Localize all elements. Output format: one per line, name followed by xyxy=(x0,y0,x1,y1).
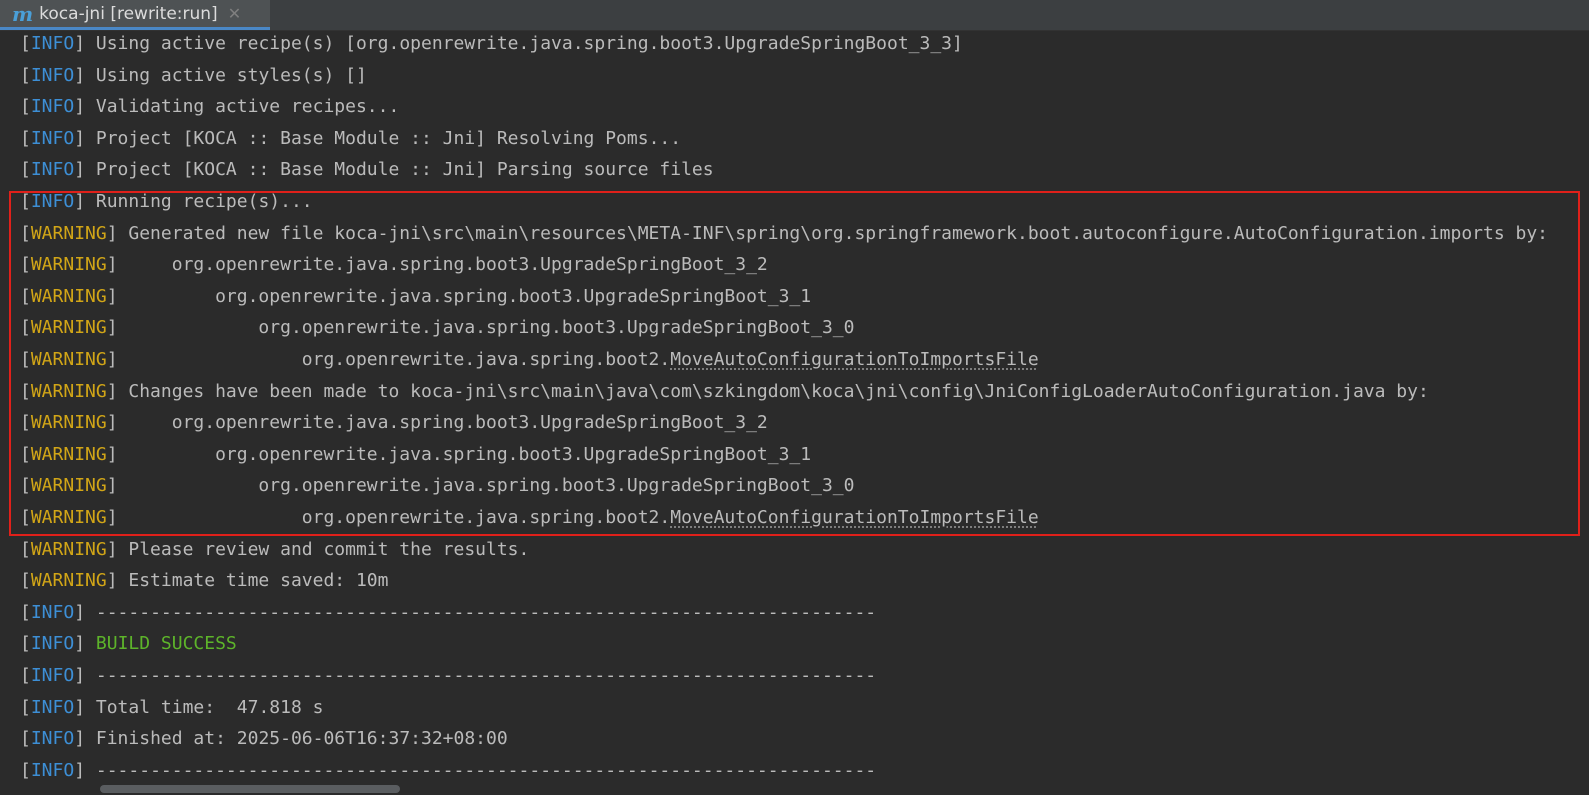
info-level-tag: INFO xyxy=(30,33,75,54)
console-message: ----------------------------------------… xyxy=(85,759,877,781)
info-level-tag: INFO xyxy=(30,127,75,149)
console-message: Estimate time saved: 10m xyxy=(117,570,389,592)
info-level-tag: INFO xyxy=(30,759,75,781)
console-line: [WARNING] org.openrewrite.java.spring.bo… xyxy=(20,412,768,434)
info-level-tag: INFO xyxy=(30,665,75,686)
run-tab-bar: m koca-jni [rewrite:run] ✕ xyxy=(0,0,1589,31)
warning-level-tag: WARNING xyxy=(30,380,107,402)
info-level-tag: INFO xyxy=(30,159,75,181)
close-icon[interactable]: ✕ xyxy=(228,4,241,23)
warning-level-tag: WARNING xyxy=(30,570,107,592)
console-line: [INFO] Project [KOCA :: Base Module :: J… xyxy=(20,127,682,149)
console-message: Project [KOCA :: Base Module :: Jni] Res… xyxy=(85,127,682,149)
info-level-tag: INFO xyxy=(30,633,75,655)
console-line: [WARNING] org.openrewrite.java.spring.bo… xyxy=(20,254,768,276)
console-line: [WARNING] org.openrewrite.java.spring.bo… xyxy=(20,507,1039,528)
console-message: Total time: 47.818 s xyxy=(85,696,324,718)
console-line: [WARNING] org.openrewrite.java.spring.bo… xyxy=(20,285,812,307)
console-line: [INFO] Finished at: 2025-06-06T16:37:32+… xyxy=(20,728,508,750)
console-message xyxy=(85,633,96,654)
console-line: [WARNING] org.openrewrite.java.spring.bo… xyxy=(20,475,855,497)
warning-level-tag: WARNING xyxy=(30,317,107,339)
warning-level-tag: WARNING xyxy=(30,475,107,497)
console-line: [INFO] Using active recipe(s) [org.openr… xyxy=(20,33,963,54)
console-message: org.openrewrite.java.spring.boot2. xyxy=(117,349,671,370)
console-message: Please review and commit the results. xyxy=(117,538,530,560)
info-level-tag: INFO xyxy=(30,96,75,118)
run-tab[interactable]: m koca-jni [rewrite:run] ✕ xyxy=(0,0,270,30)
console-message: Validating active recipes... xyxy=(85,96,400,118)
warning-level-tag: WARNING xyxy=(30,507,107,528)
warning-level-tag: WARNING xyxy=(30,285,107,307)
build-success-text: BUILD SUCCESS xyxy=(95,633,237,655)
info-level-tag: INFO xyxy=(30,64,75,86)
console-message: org.openrewrite.java.spring.boot3.Upgrad… xyxy=(117,317,855,339)
warning-level-tag: WARNING xyxy=(30,349,107,370)
console-line: [WARNING] Please review and commit the r… xyxy=(20,538,530,560)
console-line: [INFO] Validating active recipes... xyxy=(20,96,400,118)
console-message: org.openrewrite.java.spring.boot3.Upgrad… xyxy=(117,443,812,465)
scrollbar-thumb[interactable] xyxy=(100,785,400,793)
console-message: org.openrewrite.java.spring.boot3.Upgrad… xyxy=(117,285,812,307)
console-line: [INFO] ---------------------------------… xyxy=(20,759,877,781)
console-line: [WARNING] Changes have been made to koca… xyxy=(20,380,1429,402)
warning-level-tag: WARNING xyxy=(30,443,107,465)
console-message: Generated new file koca-jni\src\main\res… xyxy=(117,222,1549,244)
console-message: Using active recipe(s) [org.openrewrite.… xyxy=(85,33,963,54)
console-line: [INFO] ---------------------------------… xyxy=(20,601,877,623)
console-message: Finished at: 2025-06-06T16:37:32+08:00 xyxy=(85,728,508,750)
info-level-tag: INFO xyxy=(30,601,75,623)
recipe-link[interactable]: MoveAutoConfigurationToImportsFile xyxy=(670,507,1038,528)
warning-level-tag: WARNING xyxy=(30,254,107,276)
console-line: [WARNING] org.openrewrite.java.spring.bo… xyxy=(20,443,812,465)
console-message: ----------------------------------------… xyxy=(85,601,877,623)
ide-run-window: m koca-jni [rewrite:run] ✕ [INFO] Using … xyxy=(0,0,1589,795)
maven-icon: m xyxy=(12,1,34,26)
horizontal-scrollbar[interactable] xyxy=(0,783,1589,795)
run-tab-label: koca-jni [rewrite:run] xyxy=(39,3,218,24)
info-level-tag: INFO xyxy=(30,191,75,212)
warning-level-tag: WARNING xyxy=(30,538,107,560)
console-output[interactable]: [INFO] Using active recipe(s) [org.openr… xyxy=(0,31,1589,795)
console-line: [WARNING] org.openrewrite.java.spring.bo… xyxy=(20,349,1039,370)
console-message: Using active styles(s) [] xyxy=(85,64,367,86)
console-message: org.openrewrite.java.spring.boot3.Upgrad… xyxy=(117,412,768,434)
console-message: ----------------------------------------… xyxy=(85,665,877,686)
console-line: [INFO] Running recipe(s)... xyxy=(20,191,313,212)
info-level-tag: INFO xyxy=(30,696,75,718)
console-message: Running recipe(s)... xyxy=(85,191,313,212)
console-line: [WARNING] Generated new file koca-jni\sr… xyxy=(20,222,1549,244)
console-line: [INFO] Using active styles(s) [] xyxy=(20,64,367,86)
recipe-link[interactable]: MoveAutoConfigurationToImportsFile xyxy=(670,349,1038,370)
console-line: [INFO] Project [KOCA :: Base Module :: J… xyxy=(20,159,714,181)
console-message: org.openrewrite.java.spring.boot3.Upgrad… xyxy=(117,475,855,497)
console-message: org.openrewrite.java.spring.boot2. xyxy=(117,507,671,528)
console-message: Changes have been made to koca-jni\src\m… xyxy=(117,380,1429,402)
warning-level-tag: WARNING xyxy=(30,412,107,434)
console-line: [INFO] Total time: 47.818 s xyxy=(20,696,324,718)
info-level-tag: INFO xyxy=(30,728,75,750)
console-message: Project [KOCA :: Base Module :: Jni] Par… xyxy=(85,159,714,181)
console-line: [WARNING] org.openrewrite.java.spring.bo… xyxy=(20,317,855,339)
console-line: [INFO] ---------------------------------… xyxy=(20,665,877,686)
console-message: org.openrewrite.java.spring.boot3.Upgrad… xyxy=(117,254,768,276)
console-line: [INFO] BUILD SUCCESS xyxy=(20,633,237,655)
console-line: [WARNING] Estimate time saved: 10m xyxy=(20,570,389,592)
warning-level-tag: WARNING xyxy=(30,222,107,244)
